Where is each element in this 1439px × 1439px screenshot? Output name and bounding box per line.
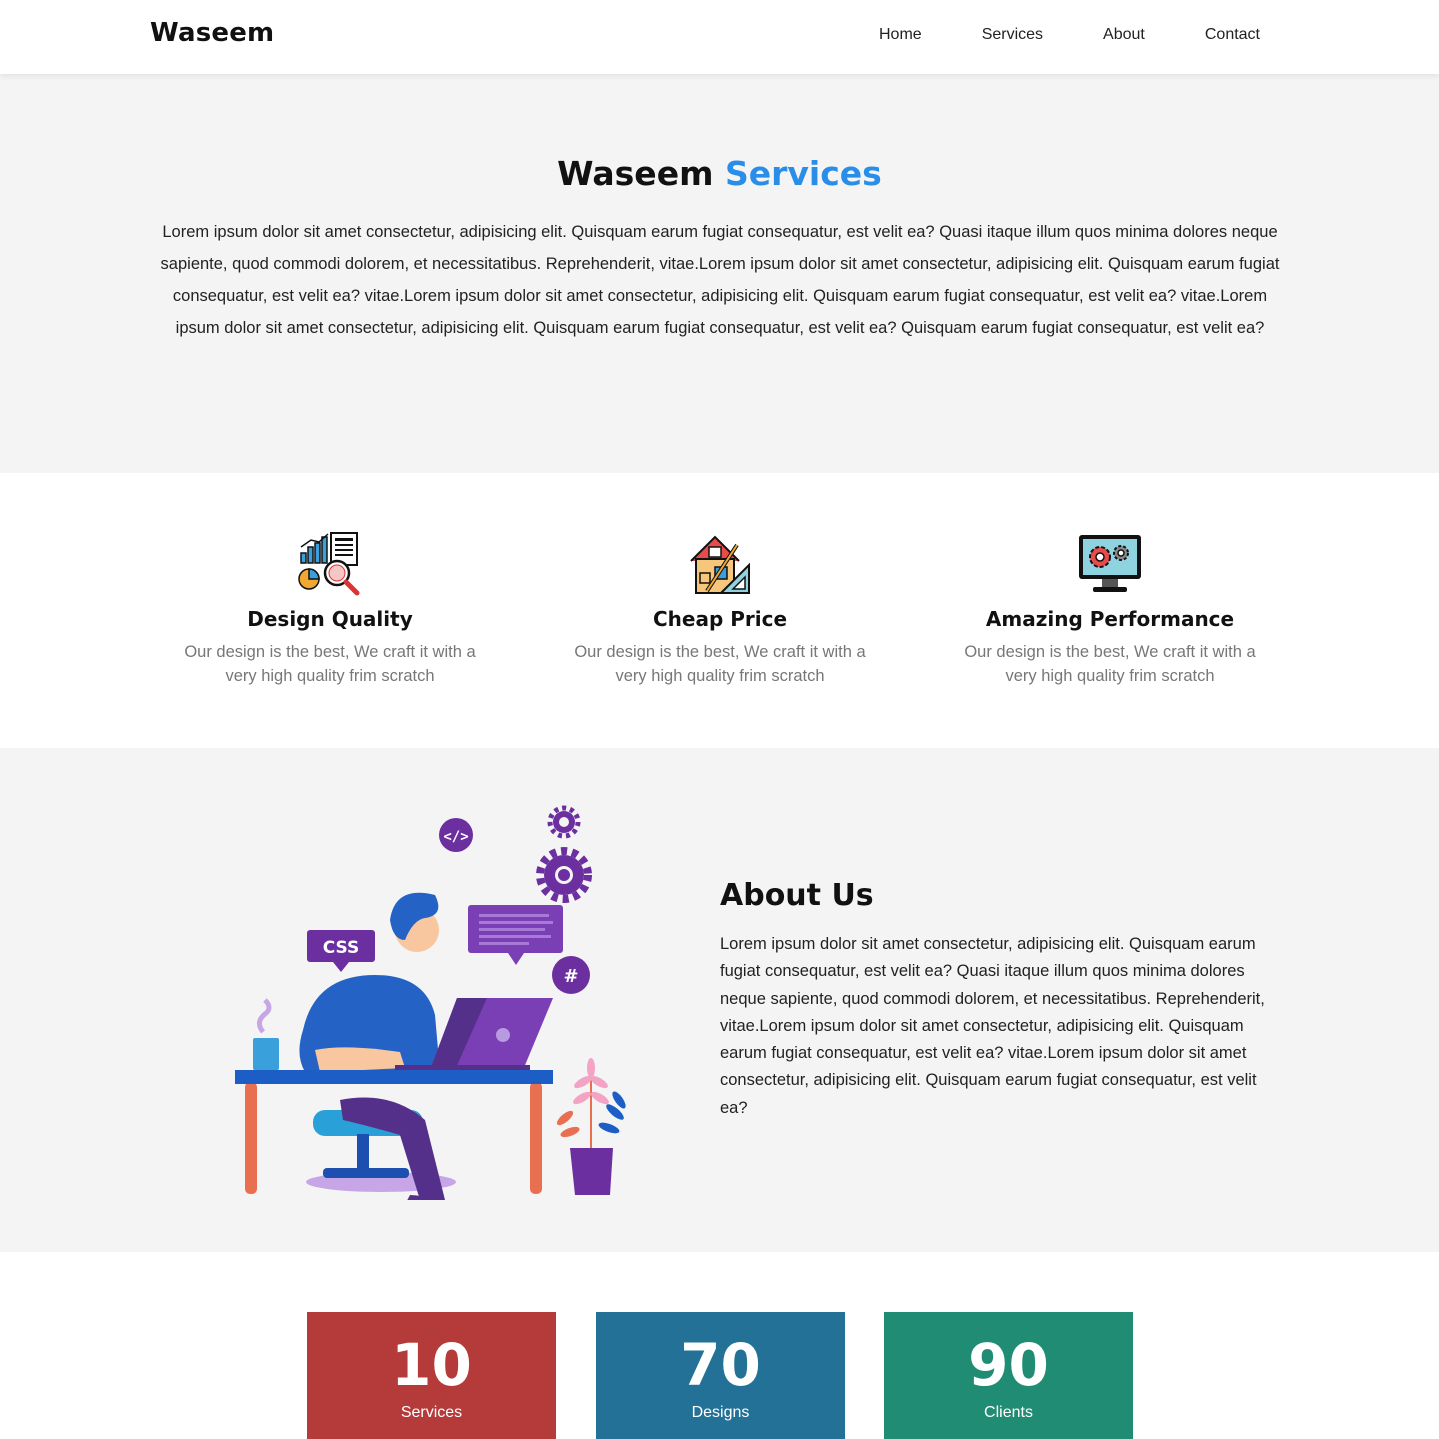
services-hero: Waseem Services Lorem ipsum dolor sit am… <box>0 74 1439 473</box>
feature-card: Amazing Performance Our design is the be… <box>930 531 1290 688</box>
code-bubble-text: </> <box>443 829 468 845</box>
stat-card-designs: 70 Designs <box>596 1312 845 1439</box>
about-section: </> # CSS About Us Lorem ipsum dolor sit… <box>0 748 1439 1252</box>
feature-description: Our design is the best, We craft it with… <box>964 643 1256 685</box>
stat-value: 90 <box>968 1331 1049 1399</box>
stats-section: 10 Services 70 Designs 90 Clients <box>0 1252 1439 1439</box>
stat-label: Services <box>400 1404 463 1421</box>
feature-title: Cheap Price <box>652 607 788 631</box>
feature-card: Cheap Price Our design is the best, We c… <box>540 531 900 688</box>
nav-link-home[interactable]: Home <box>879 26 922 44</box>
hero-title: Waseem Services <box>0 154 1439 193</box>
nav-link-contact[interactable]: Contact <box>1205 26 1260 44</box>
stat-value: 70 <box>680 1331 761 1399</box>
navbar: Waseem Home Services About Contact <box>0 0 1439 74</box>
about-title: About Us <box>720 878 874 913</box>
feature-title: Amazing Performance <box>985 607 1235 631</box>
feature-description: Our design is the best, We craft it with… <box>574 643 866 685</box>
features-section: Design Quality Our design is the best, W… <box>0 473 1439 748</box>
nav-link-about[interactable]: About <box>1103 26 1145 44</box>
monitor-gears-icon <box>1079 535 1141 592</box>
brand-logo[interactable]: Waseem <box>150 18 274 48</box>
developer-illustration: </> # CSS <box>235 805 626 1200</box>
stat-value: 10 <box>391 1331 472 1399</box>
stat-card-services: 10 Services <box>307 1312 556 1439</box>
hero-title-main: Waseem <box>557 154 714 193</box>
hero-paragraph: Lorem ipsum dolor sit amet consectetur, … <box>160 223 1280 337</box>
feature-card: Design Quality Our design is the best, W… <box>150 531 510 688</box>
hero-title-accent: Services <box>724 154 882 193</box>
stat-label: Designs <box>691 1404 750 1421</box>
about-paragraph: Lorem ipsum dolor sit amet consectetur, … <box>720 935 1265 1117</box>
nav-link-services[interactable]: Services <box>982 26 1043 44</box>
css-bubble-text: CSS <box>323 938 360 958</box>
stat-card-clients: 90 Clients <box>884 1312 1133 1439</box>
hash-bubble-text: # <box>563 966 578 987</box>
nav-links: Home Services About Contact <box>819 26 1260 44</box>
feature-title: Design Quality <box>247 607 413 631</box>
house-design-tools-icon <box>690 535 750 594</box>
analytics-magnifier-icon <box>298 532 360 596</box>
stat-label: Clients <box>984 1404 1033 1421</box>
feature-description: Our design is the best, We craft it with… <box>184 643 476 685</box>
